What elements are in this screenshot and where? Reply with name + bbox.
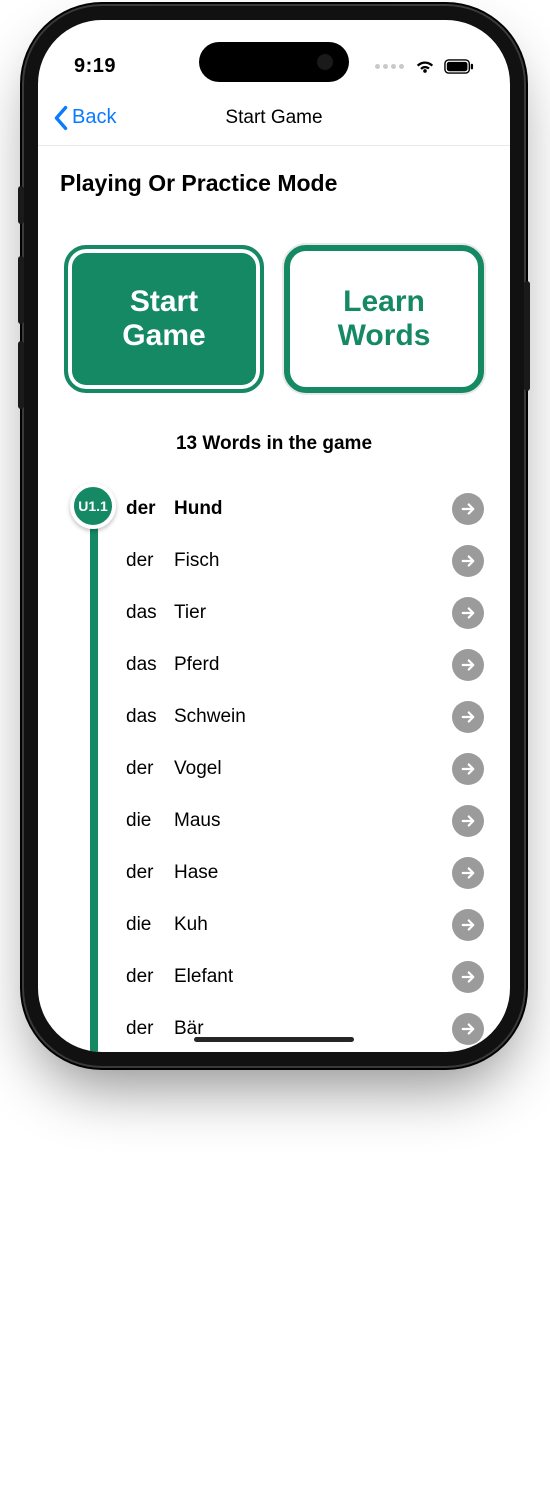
word-article: das: [126, 706, 174, 728]
word-text: Hund: [174, 498, 452, 520]
word-article: der: [126, 862, 174, 884]
word-row[interactable]: der Vogel: [126, 743, 488, 795]
reflection: der Hund der Fisch das Tier das Pferd da…: [24, 1072, 524, 1492]
word-article: der: [126, 758, 174, 780]
content: Playing Or Practice Mode Start Game Lear…: [38, 146, 510, 1052]
arrow-right-icon[interactable]: [452, 909, 484, 941]
volume-down-button: [18, 341, 24, 409]
arrow-right-icon[interactable]: [452, 701, 484, 733]
word-row[interactable]: der Fisch: [126, 535, 488, 587]
word-article: das: [126, 654, 174, 676]
home-indicator[interactable]: [194, 1037, 354, 1042]
cellular-dots-icon: [375, 64, 404, 69]
learn-words-label: Learn Words: [338, 285, 431, 354]
timeline-rail: [90, 503, 98, 1052]
word-text: Hase: [174, 862, 452, 884]
word-article: das: [126, 602, 174, 624]
screen: 9:19 Start Game B: [38, 20, 510, 1052]
word-row[interactable]: die Maus: [126, 795, 488, 847]
wifi-icon: [414, 57, 436, 75]
navigation-bar: Start Game Back: [38, 90, 510, 146]
dynamic-island: [199, 42, 349, 82]
arrow-right-icon[interactable]: [452, 961, 484, 993]
arrow-right-icon[interactable]: [452, 1013, 484, 1045]
word-text: Vogel: [174, 758, 452, 780]
start-game-button[interactable]: Start Game: [64, 245, 264, 393]
start-game-label: Start Game: [122, 285, 205, 354]
word-text: Fisch: [174, 550, 452, 572]
learn-words-button[interactable]: Learn Words: [284, 245, 484, 393]
arrow-right-icon[interactable]: [452, 597, 484, 629]
arrow-right-icon[interactable]: [452, 649, 484, 681]
status-time: 9:19: [74, 55, 116, 78]
word-list: U1.1 der Hund der Fisch das Tier das Pfe…: [60, 483, 488, 1052]
word-text: Elefant: [174, 966, 452, 988]
phone-frame: 9:19 Start Game B: [24, 6, 524, 1066]
word-count: 13 Words in the game: [60, 433, 488, 455]
word-row[interactable]: das Tier: [126, 587, 488, 639]
page-heading: Playing Or Practice Mode: [60, 170, 488, 197]
word-row[interactable]: der Elefant: [126, 951, 488, 1003]
battery-icon: [444, 59, 474, 74]
word-article: der: [126, 1018, 174, 1040]
word-row[interactable]: der Bär: [126, 1003, 488, 1052]
word-row[interactable]: der Hund: [126, 483, 488, 535]
mode-buttons: Start Game Learn Words: [60, 245, 488, 393]
volume-up-button: [18, 256, 24, 324]
arrow-right-icon[interactable]: [452, 753, 484, 785]
word-text: Kuh: [174, 914, 452, 936]
word-row[interactable]: die Kuh: [126, 899, 488, 951]
word-row[interactable]: das Schwein: [126, 691, 488, 743]
word-article: der: [126, 498, 174, 520]
word-article: die: [126, 810, 174, 832]
arrow-right-icon[interactable]: [452, 857, 484, 889]
word-text: Schwein: [174, 706, 452, 728]
word-article: der: [126, 966, 174, 988]
arrow-right-icon[interactable]: [452, 805, 484, 837]
word-text: Tier: [174, 602, 452, 624]
word-row[interactable]: der Hase: [126, 847, 488, 899]
word-row[interactable]: das Pferd: [126, 639, 488, 691]
unit-badge: U1.1: [70, 483, 116, 529]
side-button: [18, 186, 24, 224]
arrow-right-icon[interactable]: [452, 545, 484, 577]
word-article: die: [126, 914, 174, 936]
word-text: Maus: [174, 810, 452, 832]
word-text: Pferd: [174, 654, 452, 676]
nav-title: Start Game: [38, 107, 510, 129]
word-article: der: [126, 550, 174, 572]
arrow-right-icon[interactable]: [452, 493, 484, 525]
power-button: [524, 281, 530, 391]
